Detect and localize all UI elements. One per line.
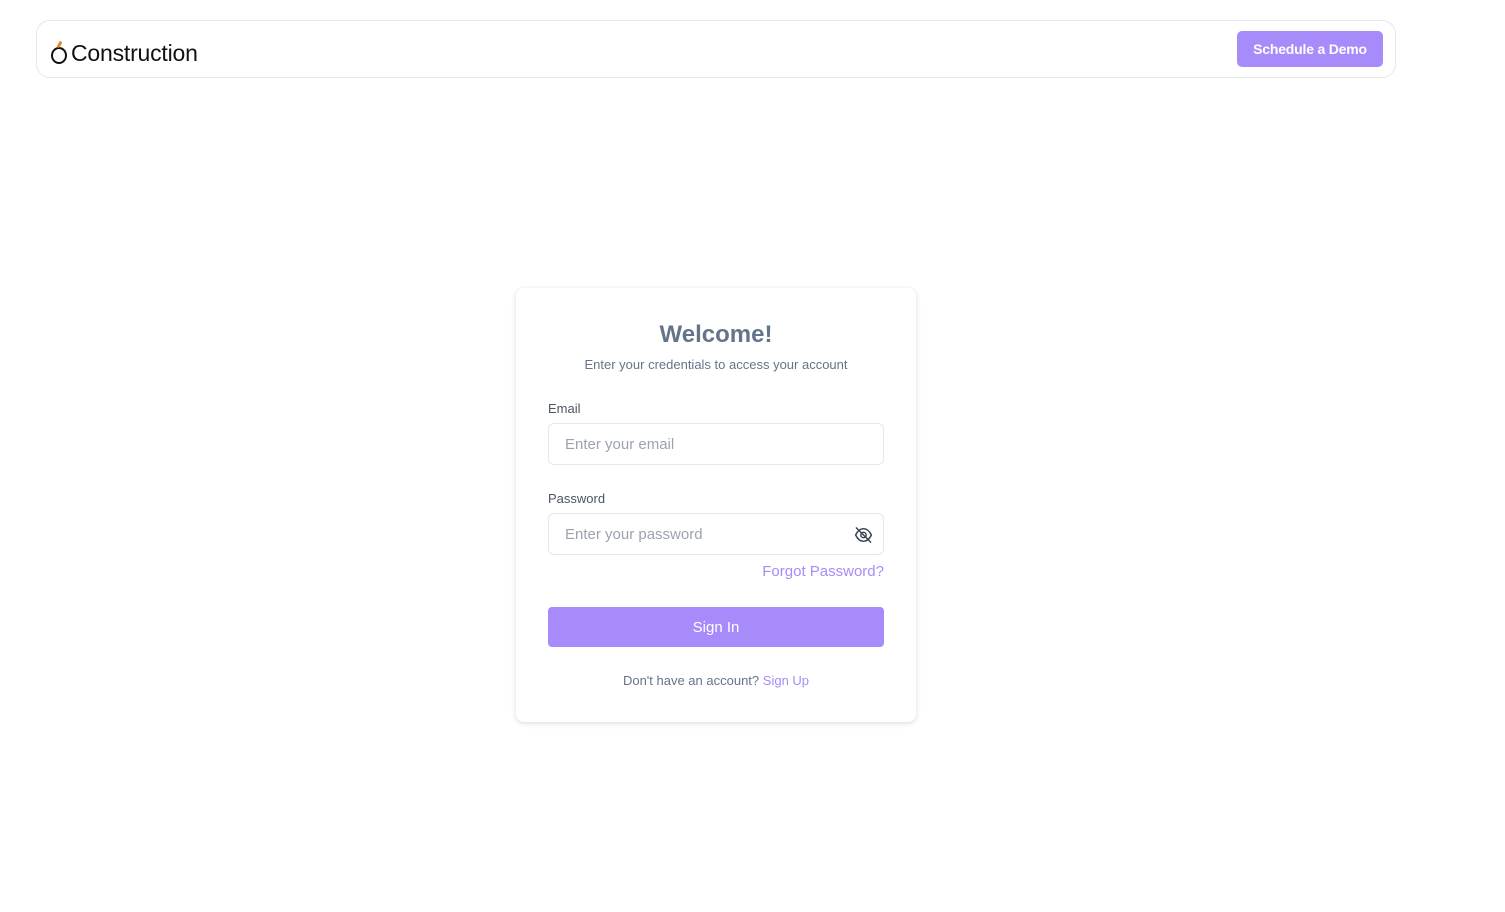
email-label: Email (548, 401, 581, 416)
top-navbar: Construction Schedule a Demo (36, 20, 1396, 78)
signup-prompt: Don't have an account? (622, 673, 760, 688)
email-field-box (548, 423, 884, 465)
logo-mark-icon (50, 40, 68, 65)
email-field[interactable] (549, 424, 883, 464)
password-field[interactable] (549, 514, 883, 554)
sign-in-button[interactable]: Sign In (548, 607, 884, 647)
password-label: Password (548, 491, 606, 506)
welcome-heading: Welcome! (659, 321, 773, 348)
brand-logo[interactable]: Construction (50, 35, 198, 65)
logo-text: Construction (71, 40, 198, 66)
forgot-password-link[interactable]: Forgot Password? (762, 563, 884, 580)
signup-row: Don't have an account? Sign Up (516, 673, 916, 688)
sign-up-link[interactable]: Sign Up (763, 673, 809, 688)
password-field-box (548, 513, 884, 555)
login-card: Welcome! Enter your credentials to acces… (516, 288, 916, 722)
login-subtitle: Enter your credentials to access your ac… (584, 357, 848, 372)
schedule-demo-button[interactable]: Schedule a Demo (1237, 31, 1383, 67)
eye-off-icon[interactable] (853, 525, 873, 545)
